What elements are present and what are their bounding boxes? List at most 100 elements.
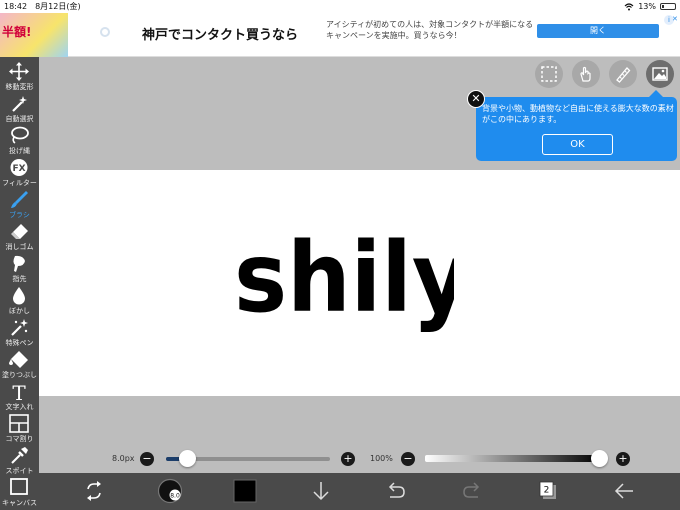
brush-size-minus-button[interactable]: − [140,452,154,466]
tool-fill[interactable]: 塗りつぶし [0,348,39,380]
opacity-value: 100% [370,454,393,463]
canvas-text: shily [234,227,454,334]
tool-eraser[interactable]: 消しゴム [0,220,39,252]
material-tooltip: 背景や小物、動植物など自由に使える膨大な数の素材がこの中にあります。 OK [476,90,677,161]
hand-button[interactable] [572,60,600,88]
wifi-icon [624,2,634,10]
brush-preview-button[interactable]: 8.0 [155,473,185,510]
ad-thumbnail[interactable]: 半額! [0,13,68,57]
opacity-minus-button[interactable]: − [401,452,415,466]
app-root: 18:42 8月12日(金) 13% 半額! 神戸でコンタクト買うなら アイシテ… [0,0,680,510]
tool-label: 投げ縄 [9,147,30,155]
ad-logo-icon [100,27,110,37]
tool-label: 特殊ペン [5,339,34,347]
undo-button[interactable] [381,473,411,510]
ad-open-button[interactable]: 開く [537,24,659,38]
eyedropper-icon [11,447,28,464]
back-button[interactable] [609,473,639,510]
selection-button[interactable] [535,60,563,88]
tool-label: フィルター [2,179,37,187]
ad-close-icon[interactable]: ✕ [672,15,678,23]
brush-size-slider-handle[interactable] [178,450,196,467]
move-icon [9,62,29,81]
tool-brush[interactable]: ブラシ [0,188,39,220]
text-icon-glyph: T [12,382,26,401]
brush-size-plus-button[interactable]: + [341,452,355,466]
tool-blur[interactable]: ぼかし [0,284,39,316]
brush-preview-text: 8.0 [170,493,180,500]
redo-icon [463,482,480,498]
tool-filter[interactable]: FX フィルター [0,156,39,188]
tool-label: スポイト [5,467,34,475]
ad-thumb-text: 半額! [2,25,32,39]
fx-text: FX [12,164,25,174]
tool-panel[interactable]: コマ割り [0,412,39,444]
special-pen-icon [11,319,28,336]
tool-label: 移動変形 [5,83,34,91]
battery-percent: 13% [638,2,656,11]
tool-lasso[interactable]: 投げ縄 [0,124,39,156]
magic-wand-icon [12,96,27,112]
canvas-icon [10,478,28,495]
hand-icon [580,66,591,82]
bottom-toolbar: 8.0 2 [39,473,680,510]
tool-label: 文字入れ [5,403,34,411]
transform-button[interactable] [79,473,109,510]
ad-description: アイシティが初めての人は、対象コンタクトが半額になるキャンペーンを実施中。買うな… [326,20,534,40]
finger-icon [13,255,25,272]
brush-size-value: 8.0px [112,454,135,463]
tool-label: キャンバス [2,499,37,507]
opacity-slider[interactable] [425,455,600,462]
color-swatch-icon [233,479,257,503]
text-icon: T [12,382,26,401]
ad-banner[interactable]: 半額! 神戸でコンタクト買うなら アイシティが初めての人は、対象コンタクトが半額… [0,13,680,57]
left-toolbar: 移動変形 自動選択 投げ縄 FX フィルター ブラシ 消しゴム 指先 ぼかし 特… [0,57,39,510]
fill-bucket-icon [9,351,28,368]
status-time: 18:42 [4,2,28,11]
canvas-artwork: shily [234,227,454,334]
arrow-left-icon [614,483,633,499]
layer-count: 2 [544,486,550,496]
tool-canvas[interactable]: キャンバス [0,476,39,508]
battery-icon [660,3,676,10]
panel-icon [9,414,29,433]
selection-icon [541,66,557,82]
tool-finger[interactable]: 指先 [0,252,39,284]
save-down-button[interactable] [306,473,336,510]
tool-label: 自動選択 [5,115,34,123]
brush-icon [11,191,28,208]
redo-button[interactable] [457,473,487,510]
tool-label: ブラシ [9,211,30,219]
status-right: 13% [624,2,676,11]
ruler-icon [616,67,631,83]
opacity-plus-button[interactable]: + [616,452,630,466]
lasso-icon [11,126,29,144]
tooltip-close-icon[interactable]: ✕ [467,90,485,108]
tool-special-pen[interactable]: 特殊ペン [0,316,39,348]
tool-eyedropper[interactable]: スポイト [0,444,39,476]
brush-preview-icon: 8.0 [157,478,183,504]
tool-auto-select[interactable]: 自動選択 [0,92,39,124]
opacity-slider-handle[interactable] [590,450,608,467]
undo-icon [388,482,405,498]
arrow-down-icon [313,482,329,501]
material-button[interactable] [646,60,674,88]
status-date: 8月12日(金) [35,2,81,11]
rotate-arrows-icon [87,481,101,501]
ruler-button[interactable] [609,60,637,88]
status-bar: 18:42 8月12日(金) 13% [0,0,680,13]
tooltip-ok-button[interactable]: OK [542,134,613,155]
tool-move[interactable]: 移動変形 [0,60,39,92]
tool-label: 塗りつぶし [1,371,38,379]
tool-label: 指先 [12,275,27,283]
tool-label: コマ割り [5,435,34,443]
fx-icon: FX [10,159,28,176]
eraser-icon [11,224,28,239]
layers-button[interactable]: 2 [533,473,563,510]
tool-label: ぼかし [9,307,30,315]
tool-text[interactable]: T 文字入れ [0,380,39,412]
color-button[interactable] [230,473,260,510]
layers-icon: 2 [539,481,556,499]
blur-drop-icon [13,287,25,305]
ad-title[interactable]: 神戸でコンタクト買うなら [142,24,298,43]
